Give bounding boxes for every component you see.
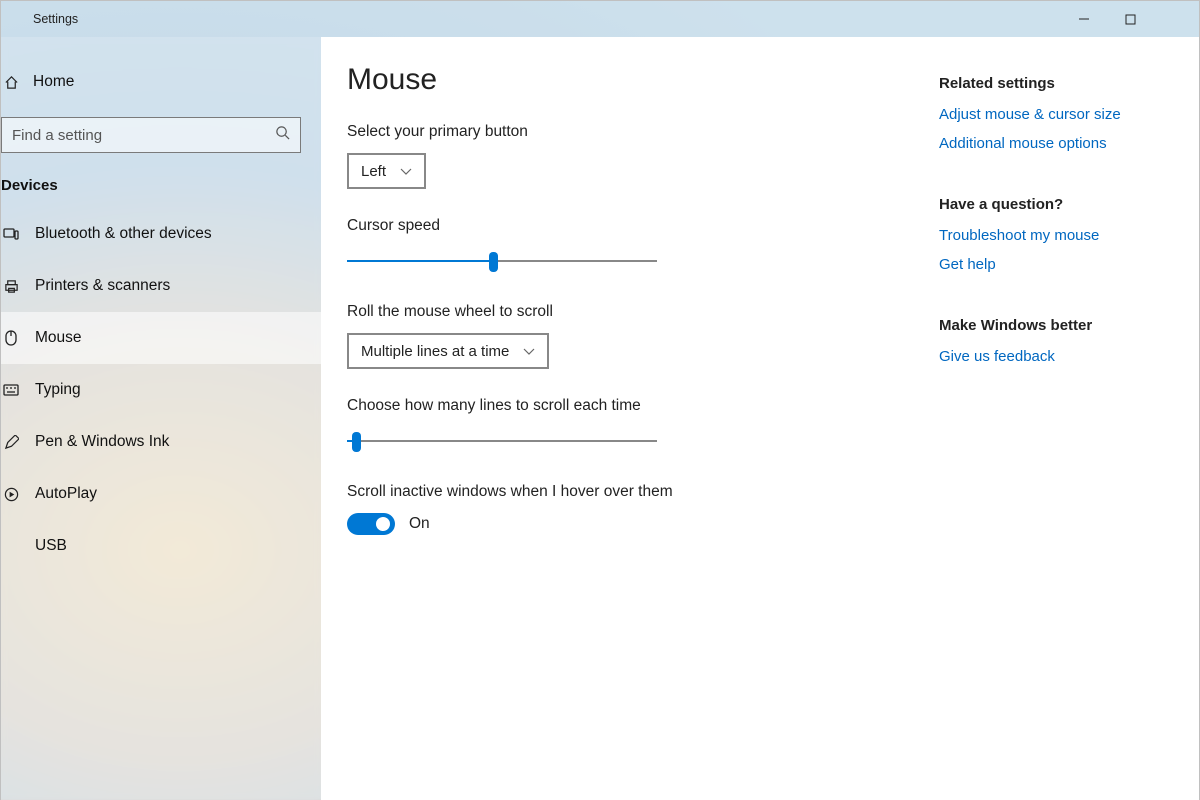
- chevron-down-icon: [523, 343, 535, 360]
- link-additional-mouse-options[interactable]: Additional mouse options: [939, 135, 1187, 152]
- search-icon: [275, 125, 290, 145]
- sidebar-item-pen[interactable]: Pen & Windows Ink: [1, 416, 321, 468]
- sidebar-item-usb[interactable]: USB: [1, 520, 321, 572]
- question-heading: Have a question?: [939, 196, 1187, 213]
- page-title: Mouse: [347, 63, 939, 97]
- cursor-speed-label: Cursor speed: [347, 217, 939, 235]
- primary-button-select[interactable]: Left: [347, 153, 426, 189]
- link-troubleshoot[interactable]: Troubleshoot my mouse: [939, 227, 1187, 244]
- lines-slider[interactable]: [347, 427, 657, 455]
- chevron-down-icon: [400, 163, 412, 180]
- primary-button-label: Select your primary button: [347, 123, 939, 141]
- usb-icon: [3, 538, 19, 554]
- mouse-icon: [3, 330, 19, 346]
- titlebar: Settings: [1, 1, 1199, 37]
- autoplay-icon: [3, 486, 19, 502]
- select-value: Multiple lines at a time: [361, 343, 509, 360]
- keyboard-icon: [3, 382, 19, 398]
- feedback-heading: Make Windows better: [939, 317, 1187, 334]
- sidebar-item-printers[interactable]: Printers & scanners: [1, 260, 321, 312]
- roll-wheel-select[interactable]: Multiple lines at a time: [347, 333, 549, 369]
- search-input[interactable]: [12, 127, 275, 144]
- sidebar-item-label: Typing: [35, 381, 81, 399]
- sidebar: Home Devices Bluetooth & other devices P…: [1, 37, 321, 800]
- main-panel: Mouse Select your primary button Left Cu…: [321, 37, 1199, 800]
- sidebar-home[interactable]: Home: [1, 61, 321, 103]
- search-box[interactable]: [1, 117, 301, 153]
- sidebar-item-label: Printers & scanners: [35, 277, 170, 295]
- inactive-scroll-toggle[interactable]: [347, 513, 395, 535]
- related-heading: Related settings: [939, 75, 1187, 92]
- devices-icon: [3, 226, 19, 242]
- link-get-help[interactable]: Get help: [939, 256, 1187, 273]
- sidebar-item-mouse[interactable]: Mouse: [1, 312, 321, 364]
- maximize-button[interactable]: [1107, 1, 1153, 37]
- minimize-button[interactable]: [1061, 1, 1107, 37]
- toggle-state: On: [409, 515, 430, 533]
- pen-icon: [3, 434, 19, 450]
- right-rail: Related settings Adjust mouse & cursor s…: [939, 37, 1199, 800]
- inactive-scroll-label: Scroll inactive windows when I hover ove…: [347, 483, 939, 501]
- sidebar-item-label: AutoPlay: [35, 485, 97, 503]
- link-adjust-mouse-size[interactable]: Adjust mouse & cursor size: [939, 106, 1187, 123]
- sidebar-category: Devices: [1, 171, 321, 208]
- slider-fill: [347, 260, 493, 262]
- slider-track: [347, 440, 657, 442]
- sidebar-item-label: Bluetooth & other devices: [35, 225, 212, 243]
- roll-wheel-label: Roll the mouse wheel to scroll: [347, 303, 939, 321]
- home-label: Home: [33, 73, 74, 91]
- slider-thumb[interactable]: [352, 432, 361, 452]
- window-title: Settings: [33, 12, 78, 26]
- sidebar-item-typing[interactable]: Typing: [1, 364, 321, 416]
- select-value: Left: [361, 163, 386, 180]
- slider-thumb[interactable]: [489, 252, 498, 272]
- home-icon: [3, 75, 19, 90]
- sidebar-item-autoplay[interactable]: AutoPlay: [1, 468, 321, 520]
- sidebar-item-label: Mouse: [35, 329, 82, 347]
- cursor-speed-slider[interactable]: [347, 247, 657, 275]
- sidebar-item-label: USB: [35, 537, 67, 555]
- link-feedback[interactable]: Give us feedback: [939, 348, 1187, 365]
- lines-label: Choose how many lines to scroll each tim…: [347, 397, 939, 415]
- sidebar-item-bluetooth[interactable]: Bluetooth & other devices: [1, 208, 321, 260]
- sidebar-item-label: Pen & Windows Ink: [35, 433, 169, 451]
- printer-icon: [3, 278, 19, 294]
- toggle-knob: [376, 517, 390, 531]
